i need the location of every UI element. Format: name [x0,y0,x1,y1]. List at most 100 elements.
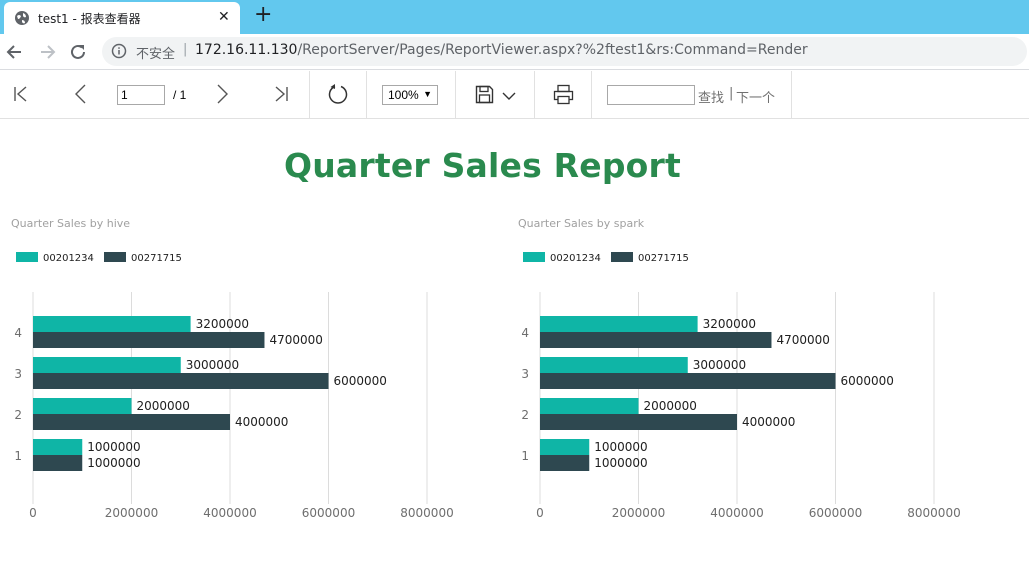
bar [540,455,590,471]
y-tick-label: 3 [14,367,22,381]
find-separator: | [729,86,734,101]
bar [540,439,590,455]
data-label: 4700000 [776,333,829,347]
data-label: 4000000 [235,415,288,429]
chart-svg: Quarter Sales by hive 00201234 00271715 0 20… [11,217,454,520]
save-icon[interactable] [475,85,494,104]
bar [33,332,265,348]
globe-icon [15,11,29,25]
data-label: 1000000 [87,440,140,454]
find-next-link[interactable]: 下一个 [736,87,775,106]
chart-title: Quarter Sales by hive [11,217,130,230]
data-label: 6000000 [334,374,387,388]
chevron-down-icon[interactable] [502,92,516,101]
data-label: 4000000 [742,415,795,429]
find-input[interactable] [607,85,695,105]
x-tick-label: 6000000 [302,506,355,520]
data-label: 3200000 [703,317,756,331]
bar [33,398,132,414]
toolbar-divider [309,71,310,118]
toolbar-divider [455,71,456,118]
info-icon[interactable] [111,43,127,59]
page-total: / 1 [173,88,187,102]
previous-page-icon[interactable] [72,84,90,104]
data-label: 6000000 [841,374,894,388]
url-host: 172.16.11.130 [195,42,298,58]
x-tick-label: 8000000 [400,506,453,520]
address-separator: | [183,42,188,57]
legend-swatch [611,252,633,262]
legend-swatch [104,252,126,262]
chart-quarter-sales-hive: Quarter Sales by hive 00201234 00271715 0 20… [0,212,480,532]
browser-tab[interactable]: test1 - 报表查看器 ✕ [4,2,240,34]
page-number-input[interactable] [117,85,165,105]
bar [33,455,83,471]
back-arrow-icon[interactable] [4,41,26,63]
toolbar-divider [534,71,535,118]
bar [33,373,329,389]
url-text[interactable]: 172.16.11.130/ReportServer/Pages/ReportV… [195,42,808,58]
print-icon[interactable] [553,84,574,105]
x-tick-label: 6000000 [809,506,862,520]
bar [33,357,181,373]
data-label: 2000000 [137,399,190,413]
x-tick-label: 0 [536,506,544,520]
data-label: 4700000 [269,333,322,347]
browser-navigation-bar: 不安全 | 172.16.11.130/ReportServer/Pages/R… [0,34,1029,70]
data-label: 1000000 [87,456,140,470]
last-page-icon[interactable] [272,85,290,103]
address-bar[interactable]: 不安全 | 172.16.11.130/ReportServer/Pages/R… [102,37,1027,66]
tab-title: test1 - 报表查看器 [38,12,141,26]
refresh-icon[interactable] [327,83,349,105]
toolbar-divider [791,71,792,118]
y-tick-label: 2 [521,408,529,422]
browser-tab-strip: test1 - 报表查看器 ✕ + [0,0,1029,34]
chart-svg: Quarter Sales by spark 00201234 00271715 0 2… [518,217,961,520]
report-toolbar: / 1 100% ▼ 查找 | 下一个 [0,71,1029,119]
y-tick-label: 3 [521,367,529,381]
y-tick-label: 1 [14,449,22,463]
bar [33,439,83,455]
bar [540,414,737,430]
x-tick-label: 0 [29,506,37,520]
bar [33,316,191,332]
close-tab-icon[interactable]: ✕ [218,9,230,25]
y-tick-label: 1 [521,449,529,463]
x-tick-label: 2000000 [105,506,158,520]
toolbar-divider [366,71,367,118]
x-tick-label: 2000000 [612,506,665,520]
new-tab-icon[interactable]: + [254,3,272,27]
legend-label: 00271715 [131,253,182,264]
legend-swatch [523,252,545,262]
chart-quarter-sales-spark: Quarter Sales by spark 00201234 00271715 0 2… [507,212,987,532]
forward-arrow-icon[interactable] [36,41,58,63]
first-page-icon[interactable] [12,85,30,103]
toolbar-divider [591,71,592,118]
x-tick-label: 4000000 [710,506,763,520]
x-tick-label: 8000000 [907,506,960,520]
bar [540,357,688,373]
report-title: Quarter Sales Report [283,146,681,185]
chart-title: Quarter Sales by spark [518,217,645,230]
legend-swatch [16,252,38,262]
legend-label: 00271715 [638,253,689,264]
data-label: 1000000 [594,440,647,454]
next-page-icon[interactable] [213,84,231,104]
data-label: 3200000 [196,317,249,331]
y-tick-label: 4 [521,326,529,340]
data-label: 3000000 [186,358,239,372]
legend-label: 00201234 [43,253,94,264]
find-link[interactable]: 查找 [698,87,724,106]
url-path: /ReportServer/Pages/ReportViewer.aspx?%2… [297,42,808,58]
insecure-label: 不安全 [136,47,176,62]
data-label: 1000000 [594,456,647,470]
bar [540,373,836,389]
bar [540,398,639,414]
y-tick-label: 4 [14,326,22,340]
dropdown-arrow-icon: ▼ [423,89,432,99]
zoom-select[interactable]: 100% ▼ [382,85,438,105]
data-label: 2000000 [644,399,697,413]
bar [540,316,698,332]
bar [540,332,772,348]
reload-icon[interactable] [67,41,89,63]
